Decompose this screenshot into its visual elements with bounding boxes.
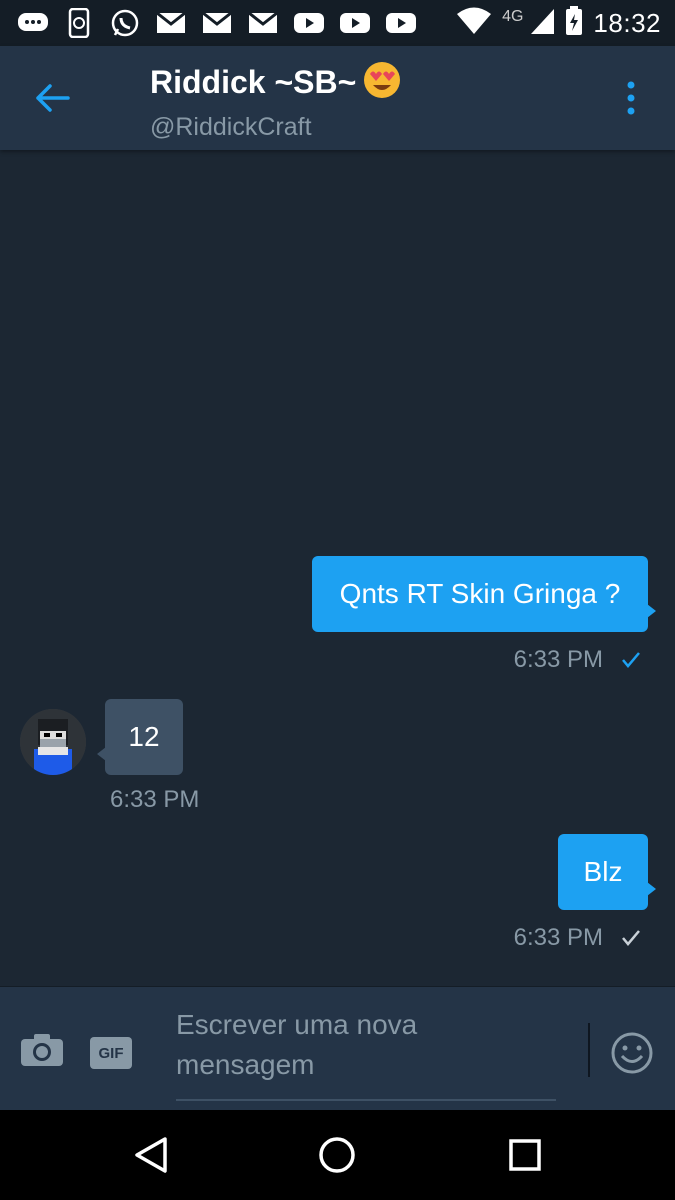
phone-sync-icon xyxy=(62,8,96,38)
back-triangle-icon xyxy=(135,1137,167,1173)
message-text: Blz xyxy=(583,856,623,887)
system-status: 4G 18:32 xyxy=(456,5,661,41)
android-nav-bar xyxy=(0,1110,675,1200)
placeholder-line-2: mensagem xyxy=(176,1049,315,1080)
heart-eyes-emoji xyxy=(362,60,402,105)
home-circle-icon xyxy=(319,1137,355,1173)
message-bubble-incoming[interactable]: 12 xyxy=(97,699,183,775)
wifi-icon xyxy=(456,7,492,40)
nav-home-button[interactable] xyxy=(314,1132,360,1178)
status-bar: 4G 18:32 xyxy=(0,0,675,46)
message-time: 6:33 PM xyxy=(513,646,603,673)
camera-icon xyxy=(21,1034,63,1066)
smiley-icon xyxy=(611,1032,653,1074)
avatar[interactable] xyxy=(20,709,86,775)
nav-recents-button[interactable] xyxy=(502,1132,548,1178)
youtube-icon xyxy=(338,8,372,38)
nav-back-button[interactable] xyxy=(128,1132,174,1178)
message-meta: 6:33 PM xyxy=(514,646,641,674)
gmail-icon xyxy=(200,8,234,38)
message-meta: 6:33 PM xyxy=(110,786,199,814)
contact-handle: @RiddickCraft xyxy=(150,113,312,141)
contact-name: Riddick ~SB~ xyxy=(150,64,357,100)
emoji-button[interactable] xyxy=(610,1031,654,1075)
signal-icon xyxy=(529,7,555,40)
notification-icons xyxy=(16,7,418,39)
message-bubble-outgoing[interactable]: Blz xyxy=(558,834,656,910)
gmail-icon xyxy=(246,8,280,38)
battery-icon xyxy=(565,5,583,41)
message-meta: 6:33 PM xyxy=(514,924,641,952)
placeholder-line-1: Escrever uma nova xyxy=(176,1009,418,1040)
message-bubble-outgoing[interactable]: Qnts RT Skin Gringa ? xyxy=(312,556,656,632)
back-button[interactable] xyxy=(30,76,74,120)
youtube-icon xyxy=(292,8,326,38)
message-list[interactable]: Qnts RT Skin Gringa ? 6:33 PM 12 6:33 PM… xyxy=(0,150,675,986)
gif-button[interactable]: GIF xyxy=(90,1037,132,1069)
contact-info[interactable]: Riddick ~SB~ @RiddickCraft xyxy=(150,60,402,142)
more-vertical-icon xyxy=(627,81,635,115)
read-check-icon xyxy=(622,652,640,668)
message-time: 6:33 PM xyxy=(513,924,603,951)
message-composer: GIF Escrever uma nova mensagem xyxy=(0,986,675,1111)
recents-square-icon xyxy=(509,1139,541,1171)
whatsapp-icon xyxy=(108,8,142,38)
message-text: Qnts RT Skin Gringa ? xyxy=(339,578,621,609)
network-type: 4G xyxy=(502,8,524,25)
camera-button[interactable] xyxy=(20,1033,66,1073)
conversation-header: Riddick ~SB~ @RiddickCraft xyxy=(0,46,675,150)
chat-icon xyxy=(16,8,50,38)
composer-divider xyxy=(588,1023,590,1077)
arrow-left-icon xyxy=(36,84,70,112)
avatar-image xyxy=(20,709,86,775)
gmail-icon xyxy=(154,8,188,38)
sent-check-icon xyxy=(622,930,640,946)
more-options-button[interactable] xyxy=(613,74,649,122)
youtube-icon xyxy=(384,8,418,38)
message-text: 12 xyxy=(128,721,160,752)
message-time: 6:33 PM xyxy=(110,786,200,813)
clock: 18:32 xyxy=(593,7,661,38)
message-input[interactable]: Escrever uma nova mensagem xyxy=(176,1005,556,1101)
